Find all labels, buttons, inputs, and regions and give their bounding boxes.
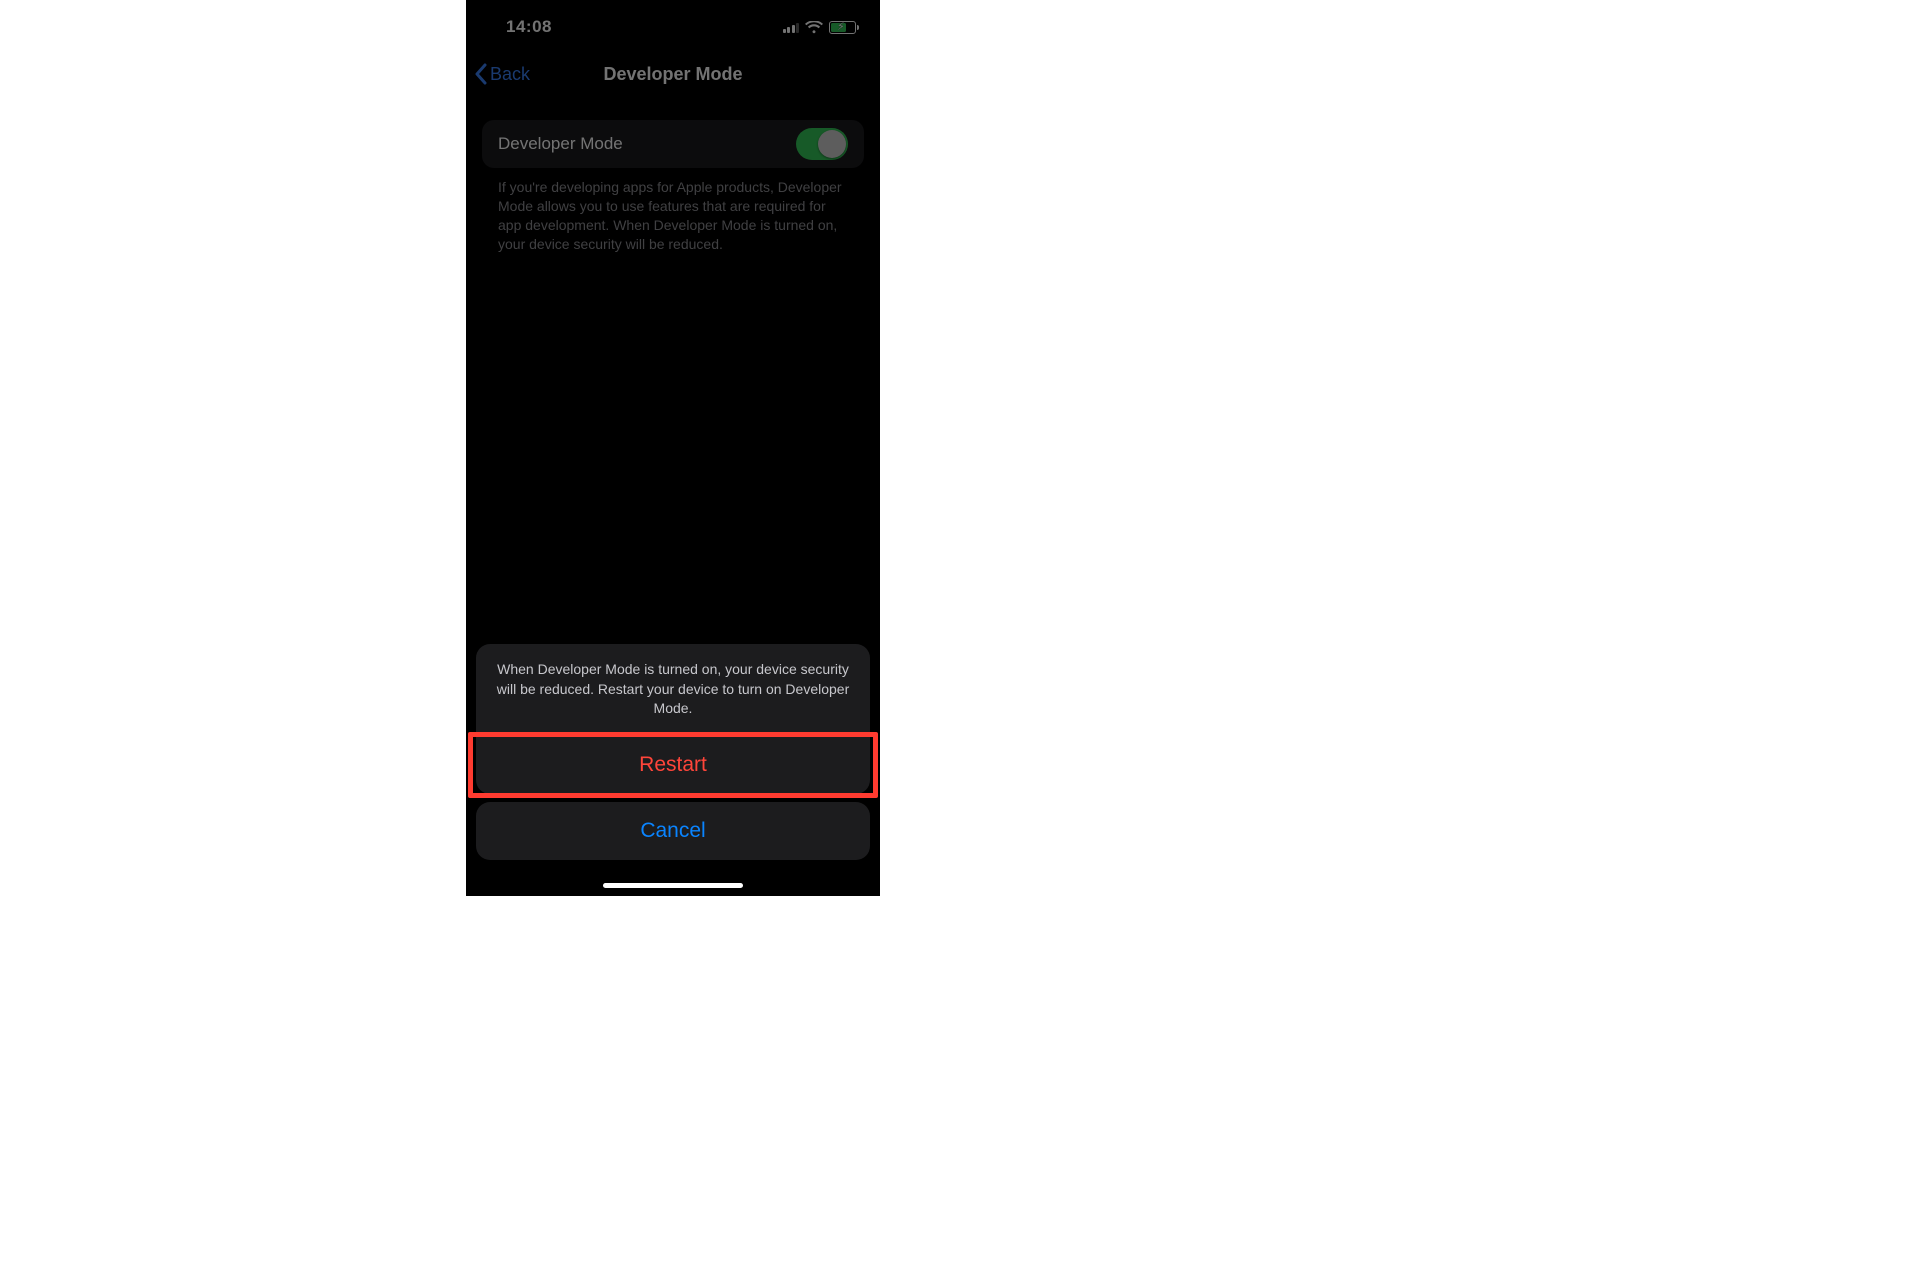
status-time: 14:08 [506, 17, 552, 37]
developer-mode-description: If you're developing apps for Apple prod… [482, 178, 864, 254]
status-icons: ⚡︎ [783, 21, 857, 34]
status-bar: 14:08 ⚡︎ [466, 12, 880, 42]
action-sheet: When Developer Mode is turned on, your d… [476, 644, 870, 860]
developer-mode-toggle[interactable] [796, 128, 848, 160]
phone-frame: 14:08 ⚡︎ [466, 0, 880, 896]
action-sheet-message: When Developer Mode is turned on, your d… [476, 644, 870, 735]
toggle-knob [818, 130, 846, 158]
page-title: Developer Mode [466, 52, 880, 96]
cancel-button[interactable]: Cancel [476, 802, 870, 860]
nav-bar: Back Developer Mode [466, 52, 880, 96]
home-indicator[interactable] [603, 883, 743, 888]
content: Developer Mode If you're developing apps… [466, 120, 880, 254]
developer-mode-label: Developer Mode [498, 134, 623, 154]
developer-mode-row[interactable]: Developer Mode [482, 120, 864, 168]
action-sheet-cancel-group: Cancel [476, 802, 870, 860]
wifi-icon [805, 21, 823, 34]
cellular-icon [783, 21, 800, 33]
restart-button[interactable]: Restart [476, 736, 870, 794]
battery-charging-icon: ⚡︎ [829, 21, 856, 34]
action-sheet-main: When Developer Mode is turned on, your d… [476, 644, 870, 794]
